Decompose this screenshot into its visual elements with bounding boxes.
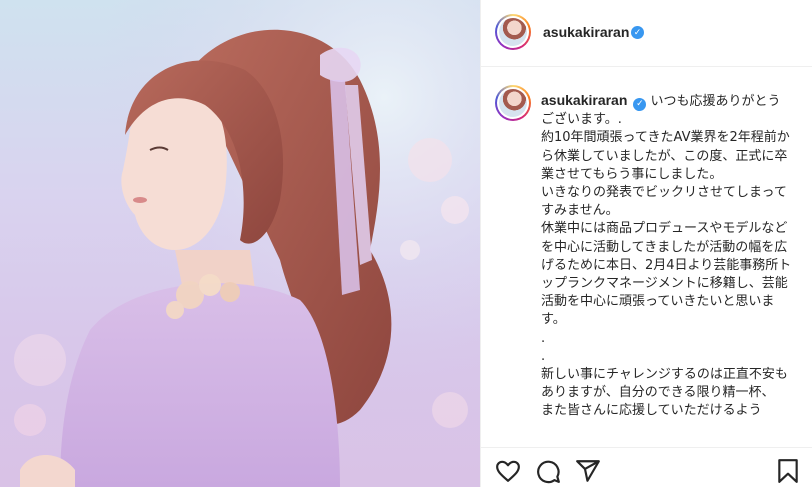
caption: asukakiraran ✓ いつも応援ありがとうございます。. 約10年間頑張っ… <box>541 91 793 421</box>
caption-avatar[interactable] <box>495 85 531 121</box>
bookmark-icon[interactable] <box>775 458 801 484</box>
portrait-image <box>0 0 480 487</box>
verified-badge-icon: ✓ <box>633 98 647 111</box>
post-photo[interactable] <box>0 0 480 487</box>
post-header: asukakiraran ✓ <box>481 0 812 67</box>
comment-icon[interactable] <box>535 458 561 484</box>
post-detail-panel: asukakiraran ✓ asukakiraran ✓ いつも応援ありがとうご… <box>480 0 812 487</box>
verified-badge-icon: ✓ <box>631 26 644 39</box>
share-icon[interactable] <box>575 458 601 484</box>
header-username[interactable]: asukakiraran <box>543 24 629 40</box>
heart-icon[interactable] <box>495 458 521 484</box>
caption-username[interactable]: asukakiraran <box>541 92 627 108</box>
action-bar <box>481 447 812 488</box>
caption-area: asukakiraran ✓ いつも応援ありがとうございます。. 約10年間頑張っ… <box>481 67 812 447</box>
avatar[interactable] <box>495 14 531 50</box>
caption-text: いつも応援ありがとうございます。. 約10年間頑張ってきたAV業界を2年程前から… <box>541 94 792 419</box>
